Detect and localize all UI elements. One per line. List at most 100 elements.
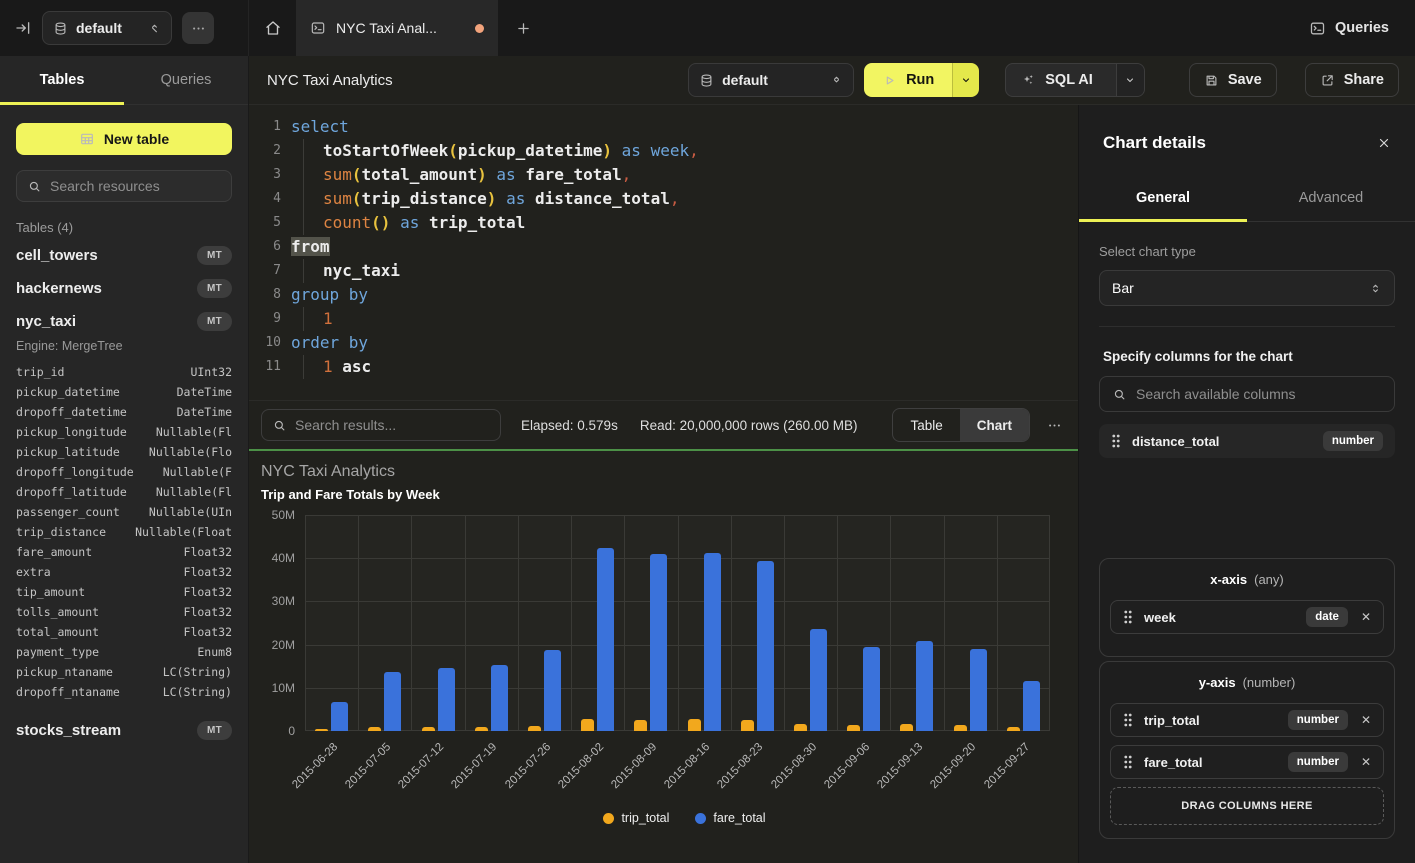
x-axis-title: x-axis(any) <box>1110 572 1384 587</box>
database-selector[interactable]: default <box>42 11 172 45</box>
code-token: total_amount <box>362 165 478 184</box>
drop-zone[interactable]: DRAG COLUMNS HERE <box>1110 787 1384 825</box>
table-row[interactable]: nyc_taxiMT <box>16 305 232 338</box>
query-tab[interactable]: NYC Taxi Anal... <box>296 0 498 56</box>
column-row: tolls_amountFloat32 <box>16 602 232 622</box>
drag-handle-icon[interactable] <box>1123 712 1133 728</box>
tab-general[interactable]: General <box>1079 177 1247 221</box>
table-grid-icon <box>79 131 95 147</box>
chart-type-select[interactable]: Bar <box>1099 270 1395 306</box>
query-header: NYC Taxi Analytics default Ru <box>249 56 1415 105</box>
column-search-input[interactable] <box>1136 386 1382 402</box>
column-row: pickup_ntanameLC(String) <box>16 662 232 682</box>
column-row: pickup_longitudeNullable(Fl <box>16 422 232 442</box>
y-tick-label: 40M <box>272 551 295 565</box>
code-token: 1 <box>323 357 333 376</box>
sql-ai-button[interactable]: SQL AI <box>1006 64 1107 96</box>
view-toggle-table[interactable]: Table <box>893 409 959 441</box>
column-row: dropoff_latitudeNullable(Fl <box>16 482 232 502</box>
fare_total-bar <box>650 554 667 731</box>
code-token <box>390 213 400 232</box>
chip-type-badge: number <box>1288 710 1348 730</box>
run-button[interactable]: Run <box>864 63 952 97</box>
view-toggle-chart[interactable]: Chart <box>960 409 1029 441</box>
y-axis-title-text: y-axis <box>1199 675 1236 690</box>
queries-nav-button[interactable]: Queries <box>1309 0 1415 56</box>
legend-item-trip_total[interactable]: trip_total <box>603 811 669 825</box>
collapse-sidebar-icon[interactable] <box>14 19 32 37</box>
fare_total-bar <box>597 548 614 731</box>
home-button[interactable] <box>249 0 296 56</box>
x-axis-title-text: x-axis <box>1210 572 1247 587</box>
column-search[interactable] <box>1099 376 1395 412</box>
view-toggle: Table Chart <box>892 408 1030 442</box>
database-icon <box>699 73 714 88</box>
column-chip-distance_total[interactable]: distance_totalnumber <box>1099 424 1395 458</box>
column-name: dropoff_ntaname <box>16 682 120 702</box>
chip-type-badge: number <box>1288 752 1348 772</box>
remove-column-icon[interactable]: ✕ <box>1361 713 1371 727</box>
remove-column-icon[interactable]: ✕ <box>1361 610 1371 624</box>
tab-queries[interactable]: Queries <box>124 56 248 104</box>
table-row[interactable]: hackernewsMT <box>16 272 232 305</box>
table-row[interactable]: stocks_streamMT <box>16 714 232 747</box>
new-table-button[interactable]: New table <box>16 123 232 155</box>
column-chip-week[interactable]: weekdate✕ <box>1110 600 1384 634</box>
code-token <box>516 165 526 184</box>
sparkles-icon <box>1020 72 1036 88</box>
line-number: 11 <box>249 355 281 379</box>
tables-section-label: Tables (4) <box>16 220 232 235</box>
column-chip-fare_total[interactable]: fare_totalnumber✕ <box>1110 745 1384 779</box>
column-row: fare_amountFloat32 <box>16 542 232 562</box>
drag-handle-icon[interactable] <box>1123 609 1133 625</box>
code-token: () <box>371 213 390 232</box>
results-search-input[interactable] <box>295 417 490 433</box>
code-token: pickup_datetime <box>458 141 603 160</box>
trip_total-bar <box>794 724 807 731</box>
chip-column-name: distance_total <box>1132 434 1312 449</box>
fare_total-bar <box>810 629 827 731</box>
play-icon <box>882 73 897 88</box>
code-token: ( <box>352 189 362 208</box>
sql-editor[interactable]: 1select2toStartOfWeek(pickup_datetime) a… <box>249 105 1078 400</box>
results-toolbar: Elapsed: 0.579s Read: 20,000,000 rows (2… <box>249 400 1078 451</box>
resource-search[interactable] <box>16 170 232 202</box>
new-tab-button[interactable] <box>498 0 548 56</box>
resource-search-input[interactable] <box>50 178 221 194</box>
y-tick-label: 10M <box>272 681 295 695</box>
save-button[interactable]: Save <box>1189 63 1277 97</box>
x-tick-label: 2015-07-05 <box>343 741 393 791</box>
tab-tables[interactable]: Tables <box>0 56 124 104</box>
remove-column-icon[interactable]: ✕ <box>1361 755 1371 769</box>
sidebar-more-button[interactable] <box>182 12 214 44</box>
drag-handle-icon[interactable] <box>1123 754 1133 770</box>
run-options-caret[interactable] <box>952 63 979 97</box>
spacer <box>1099 458 1395 558</box>
results-search[interactable] <box>261 409 501 441</box>
column-name: dropoff_datetime <box>16 402 127 422</box>
sidebar: Tables Queries New table Tables (4) <box>0 56 249 863</box>
table-row[interactable]: cell_towersMT <box>16 239 232 272</box>
tab-advanced[interactable]: Advanced <box>1247 177 1415 221</box>
table-name: cell_towers <box>16 247 98 264</box>
results-more-button[interactable] <box>1042 418 1066 433</box>
drag-handle-icon[interactable] <box>1111 433 1121 449</box>
legend-dot-icon <box>695 813 706 824</box>
column-chip-trip_total[interactable]: trip_total number ✕ <box>1110 703 1384 737</box>
code-line: 91 <box>249 307 1078 331</box>
code-token: nyc_taxi <box>323 261 400 280</box>
database-selector-value: default <box>76 20 140 36</box>
close-icon[interactable] <box>1377 136 1391 150</box>
code-token: as <box>400 213 419 232</box>
x-tick-label: 2015-09-27 <box>982 741 1032 791</box>
share-button[interactable]: Share <box>1305 63 1399 97</box>
trip_total-bar <box>741 720 754 731</box>
unsaved-changes-dot <box>475 24 484 33</box>
code-content: sum(trip_distance) as distance_total, <box>291 187 679 211</box>
legend-item-fare_total[interactable]: fare_total <box>695 811 765 825</box>
chip-column-name: trip_total <box>1144 713 1277 728</box>
sql-ai-caret[interactable] <box>1116 64 1144 96</box>
x-tick-label: 2015-07-26 <box>503 741 553 791</box>
run-database-selector[interactable]: default <box>688 63 854 97</box>
x-tick-label: 2015-08-16 <box>662 741 712 791</box>
